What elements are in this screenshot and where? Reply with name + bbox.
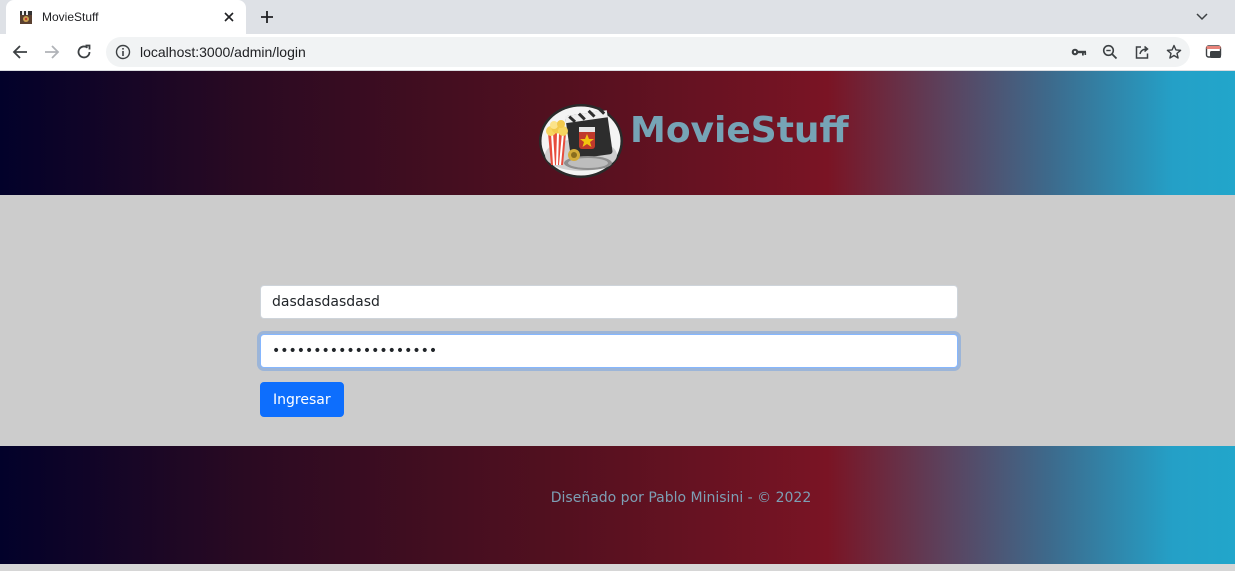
forward-arrow-icon[interactable]	[39, 39, 65, 65]
window-icon[interactable]	[1205, 43, 1223, 61]
brand-title[interactable]: MovieStuff	[630, 109, 849, 153]
browser-tab-strip: MovieStuff	[0, 0, 1235, 34]
movie-clapper-icon	[20, 11, 32, 24]
browser-tab[interactable]: MovieStuff	[6, 0, 246, 34]
browser-toolbar: localhost:3000/admin/login	[0, 34, 1235, 71]
movie-popcorn-logo[interactable]	[538, 103, 624, 179]
star-icon[interactable]	[1165, 43, 1183, 61]
password-input[interactable]	[260, 334, 958, 368]
share-icon[interactable]	[1133, 43, 1151, 61]
reload-icon[interactable]	[71, 39, 97, 65]
ingresar-button[interactable]: Ingresar	[260, 382, 344, 417]
site-footer: Diseñado por Pablo Minisini - © 2022	[0, 446, 1235, 564]
tab-title: MovieStuff	[42, 10, 99, 24]
close-icon[interactable]	[220, 8, 238, 26]
username-input[interactable]	[260, 285, 958, 319]
footer-credit: Diseñado por Pablo Minisini - © 2022	[550, 490, 812, 506]
bottom-strip	[0, 564, 1235, 571]
login-section: Ingresar	[0, 195, 1235, 446]
back-arrow-icon[interactable]	[7, 39, 33, 65]
chevron-down-icon[interactable]	[1191, 6, 1213, 28]
key-icon[interactable]	[1070, 43, 1088, 61]
zoom-icon[interactable]	[1101, 43, 1119, 61]
plus-icon[interactable]	[256, 6, 278, 28]
address-bar[interactable]: localhost:3000/admin/login	[106, 37, 1190, 67]
info-icon[interactable]	[115, 44, 131, 60]
url-text[interactable]: localhost:3000/admin/login	[140, 44, 306, 60]
site-header: MovieStuff	[0, 71, 1235, 195]
